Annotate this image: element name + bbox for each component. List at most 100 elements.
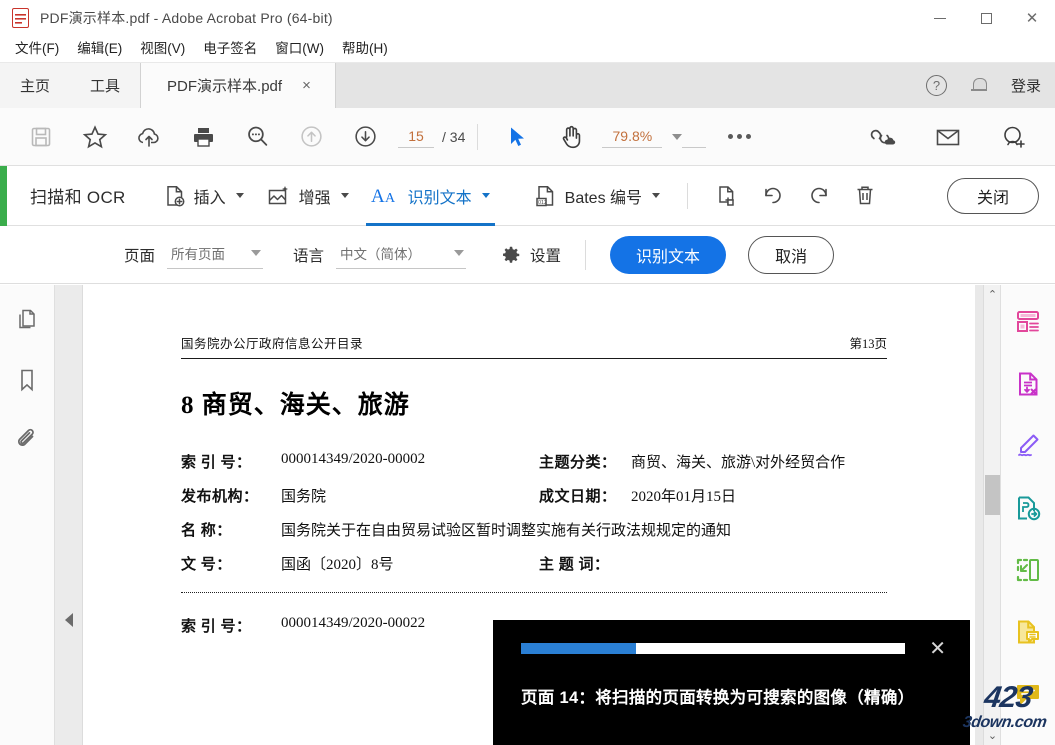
cancel-button[interactable]: 取消 xyxy=(748,236,834,274)
export-pdf-button[interactable] xyxy=(1008,365,1048,403)
recognize-text-icon: A A xyxy=(371,184,401,208)
watermark-top: 423 xyxy=(965,683,1053,713)
create-pdf-button[interactable] xyxy=(1008,303,1048,341)
chevron-down-icon[interactable] xyxy=(236,193,244,198)
star-icon xyxy=(82,124,108,150)
create-pdf-icon xyxy=(1014,308,1042,336)
gear-icon xyxy=(500,244,522,266)
select-tool-button[interactable] xyxy=(490,116,544,158)
crop-page-button[interactable] xyxy=(704,175,750,217)
ribbon-item-bates-numbering[interactable]: 012 Bates 编号 xyxy=(523,176,671,216)
settings-button[interactable]: 设置 xyxy=(500,244,561,266)
menu-file[interactable]: 文件(F) xyxy=(6,39,68,59)
attachments-button[interactable] xyxy=(7,423,47,457)
cloud-upload-button[interactable] xyxy=(122,116,176,158)
menu-window[interactable]: 窗口(W) xyxy=(266,39,333,59)
ocr-progress-dialog: ✕ 页面 14：将扫描的页面转换为可搜索的图像（精确） xyxy=(493,620,970,745)
convert-pdf-button[interactable] xyxy=(1008,489,1048,527)
record-value: 000014349/2020-00002 xyxy=(281,451,539,472)
next-page-button[interactable] xyxy=(338,116,392,158)
signin-button[interactable]: 登录 xyxy=(1011,75,1041,96)
record-row: 文 号： 国函〔2020〕8号 主 题 词： xyxy=(181,553,887,574)
close-window-button[interactable]: ✕ xyxy=(1009,0,1055,36)
share-link-button[interactable] xyxy=(855,116,909,158)
rotate-left-button[interactable] xyxy=(750,175,796,217)
tab-document[interactable]: PDF演示样本.pdf × xyxy=(140,63,336,108)
help-icon[interactable]: ? xyxy=(926,75,947,96)
tab-tools[interactable]: 工具 xyxy=(70,63,140,108)
tab-close-icon[interactable]: × xyxy=(302,78,311,93)
more-tools-button[interactable] xyxy=(728,134,751,139)
language-select[interactable]: 中文（简体） xyxy=(336,240,466,269)
record-value: 2020年01月15日 xyxy=(631,485,887,506)
ribbon-item-recognize-text[interactable]: A A 识别文本 xyxy=(360,176,501,216)
bookmarks-button[interactable] xyxy=(7,363,47,397)
minimize-button[interactable] xyxy=(917,0,963,36)
progress-bar-fill xyxy=(521,643,636,654)
edit-pdf-button[interactable] xyxy=(1008,427,1048,465)
record-value xyxy=(631,553,887,574)
chevron-down-icon[interactable] xyxy=(652,193,660,198)
record-label: 成文日期： xyxy=(539,485,631,506)
progress-close-icon[interactable]: ✕ xyxy=(929,638,946,658)
page-total-label: / 34 xyxy=(442,129,465,145)
email-button[interactable] xyxy=(921,116,975,158)
document-section-title: 8 商贸、海关、旅游 xyxy=(181,385,887,421)
next-page-icon xyxy=(353,124,378,149)
add-person-button[interactable] xyxy=(987,116,1041,158)
watermark: 423 3down.com xyxy=(962,683,1052,731)
enhance-image-icon xyxy=(266,184,292,208)
add-bookmark-button[interactable] xyxy=(68,116,122,158)
chevron-down-icon[interactable] xyxy=(482,193,490,198)
zoom-control xyxy=(602,126,706,148)
ribbon-item-insert[interactable]: 插入 xyxy=(152,176,255,216)
window-title: PDF演示样本.pdf - Adobe Acrobat Pro (64-bit) xyxy=(40,8,333,28)
delete-button[interactable] xyxy=(842,175,888,217)
acrobat-window: PDF演示样本.pdf - Adobe Acrobat Pro (64-bit)… xyxy=(0,0,1055,745)
zoom-underline xyxy=(682,126,706,148)
previous-page-button[interactable] xyxy=(284,116,338,158)
notifications-bell-icon[interactable] xyxy=(969,76,989,96)
rotate-right-button[interactable] xyxy=(796,175,842,217)
comment-doc-button[interactable] xyxy=(1008,613,1048,651)
record-label: 发布机构： xyxy=(181,485,281,506)
pages-select[interactable]: 所有页面 xyxy=(167,240,263,269)
crop-page-icon xyxy=(715,184,739,208)
chevron-down-icon[interactable] xyxy=(341,193,349,198)
search-button[interactable] xyxy=(230,116,284,158)
ribbon-item-enhance[interactable]: 增强 xyxy=(255,176,360,216)
email-icon xyxy=(934,125,962,149)
panel-collapse-strip[interactable] xyxy=(55,285,83,745)
save-button[interactable] xyxy=(14,116,68,158)
edit-pdf-icon xyxy=(1014,432,1042,460)
ocr-ribbon: 扫描和 OCR 插入 增强 A A 识别文本 xyxy=(0,166,1055,226)
doc-header-page-label: 第13页 xyxy=(849,333,887,352)
recognize-text-button[interactable]: 识别文本 xyxy=(610,236,726,274)
settings-label: 设置 xyxy=(530,244,561,266)
menu-view[interactable]: 视图(V) xyxy=(131,39,194,59)
ribbon-item-enhance-label: 增强 xyxy=(299,184,331,208)
page-thumbnails-button[interactable] xyxy=(7,303,47,337)
menu-edit[interactable]: 编辑(E) xyxy=(68,39,131,59)
close-tool-button[interactable]: 关闭 xyxy=(947,178,1039,214)
record-value: 商贸、海关、旅游\对外经贸合作 xyxy=(631,451,887,472)
maximize-button[interactable] xyxy=(963,0,1009,36)
menu-help[interactable]: 帮助(H) xyxy=(333,39,397,59)
scroll-up-button[interactable]: ⌃ xyxy=(984,285,1000,304)
insert-page-icon xyxy=(163,184,187,208)
tab-home[interactable]: 主页 xyxy=(0,63,70,108)
pdf-file-icon xyxy=(12,8,30,28)
chevron-down-icon[interactable] xyxy=(672,134,682,140)
compress-pdf-button[interactable] xyxy=(1008,551,1048,589)
menu-esign[interactable]: 电子签名 xyxy=(194,39,266,59)
rotate-left-icon xyxy=(760,183,786,209)
record-label: 索 引 号： xyxy=(181,451,281,472)
title-bar: PDF演示样本.pdf - Adobe Acrobat Pro (64-bit)… xyxy=(0,0,1055,36)
print-button[interactable] xyxy=(176,116,230,158)
scrollbar-thumb[interactable] xyxy=(985,475,1000,515)
hand-tool-button[interactable] xyxy=(544,116,598,158)
vertical-scrollbar[interactable]: ⌃ ⌄ xyxy=(983,285,1000,745)
zoom-level-input[interactable] xyxy=(602,126,662,148)
page-number-input[interactable] xyxy=(398,126,434,148)
document-running-head: 国务院办公厅政府信息公开目录 第13页 xyxy=(181,333,887,359)
